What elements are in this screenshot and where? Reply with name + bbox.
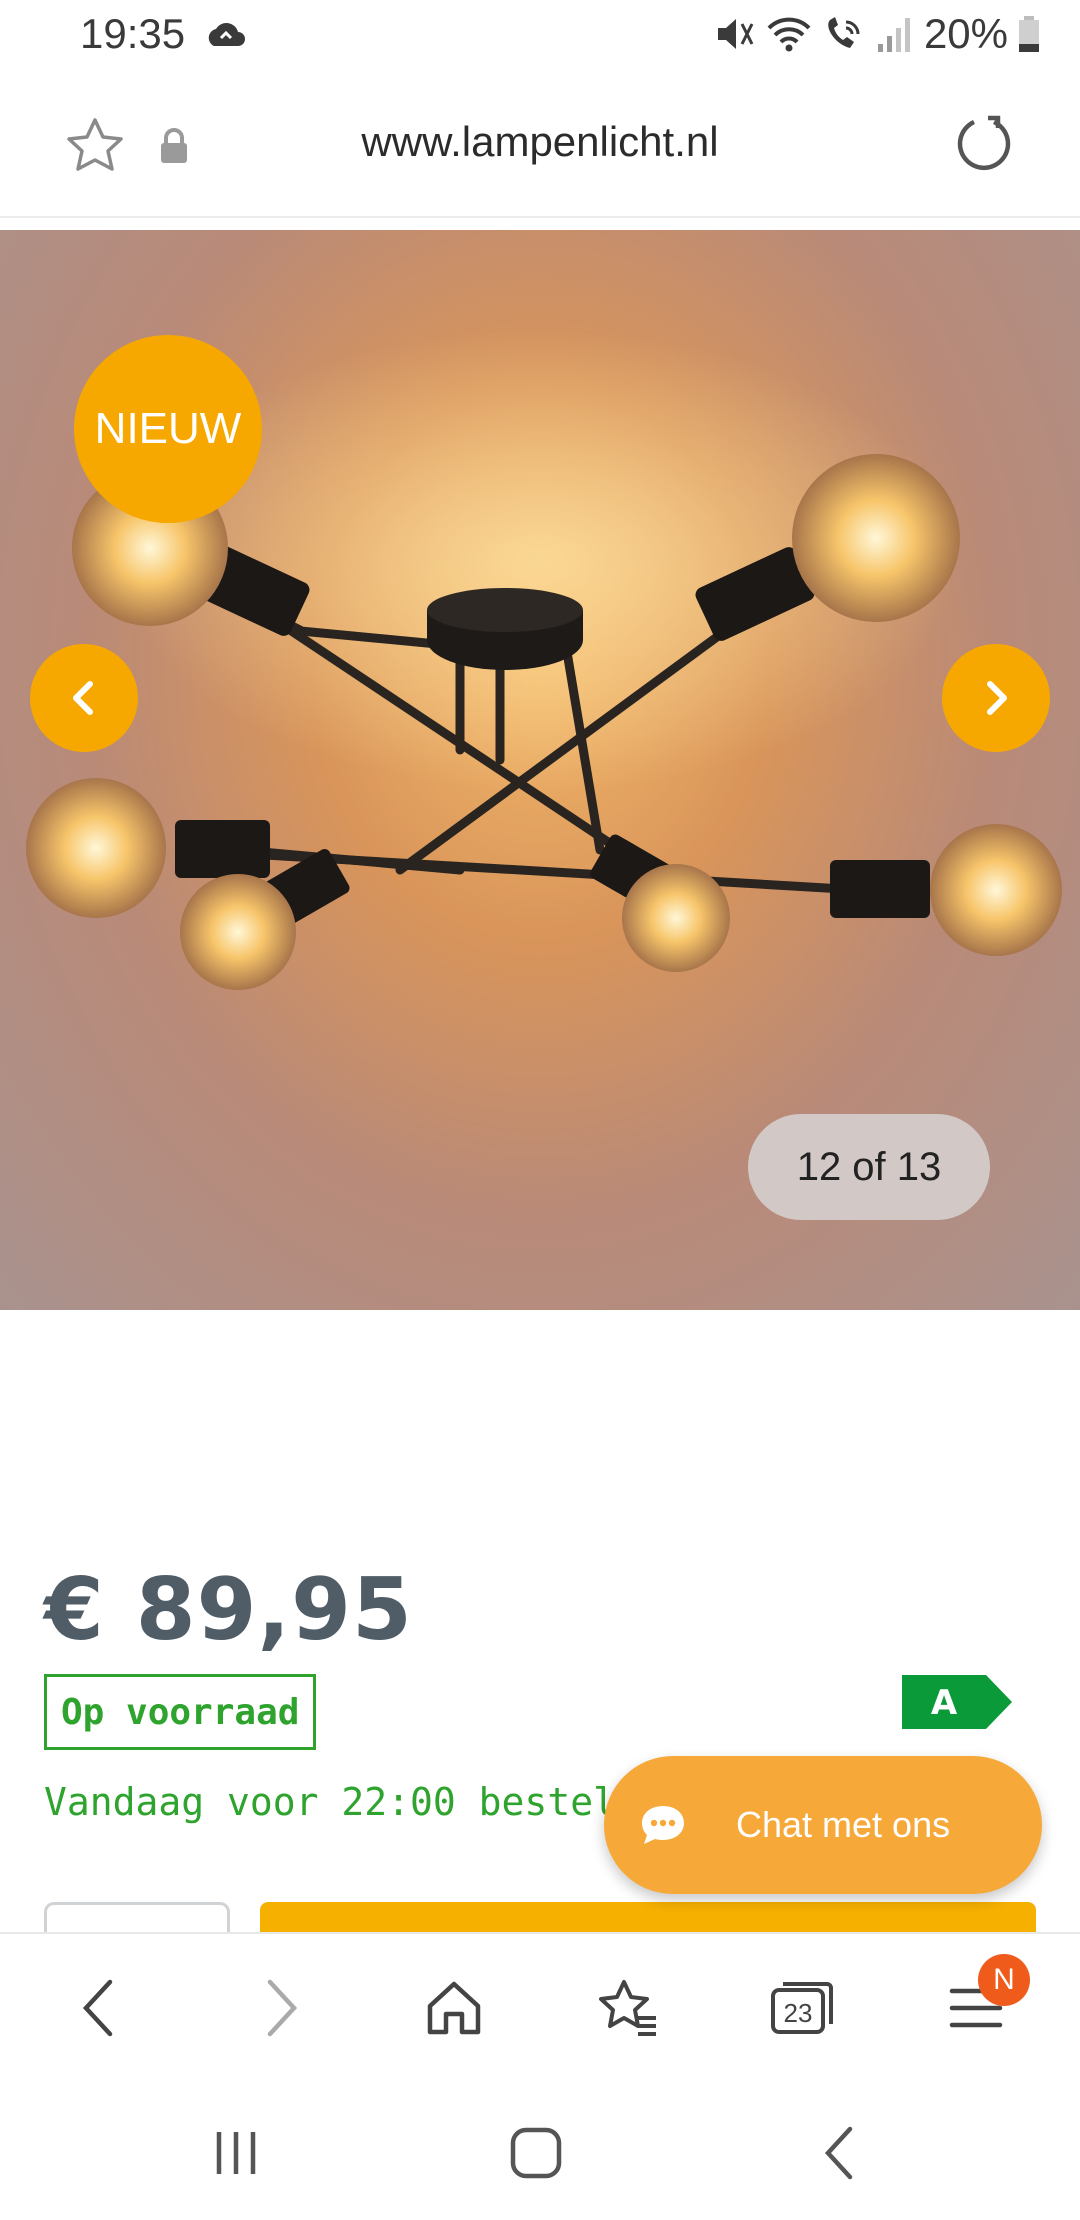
system-back-button[interactable]	[800, 2118, 880, 2188]
system-navigation-bar	[0, 2082, 1080, 2220]
url-field[interactable]: www.lampenlicht.nl	[0, 118, 1080, 166]
chat-button-label: Chat met ons	[736, 1804, 951, 1845]
back-arrow-icon	[82, 1979, 113, 2037]
browser-bottom-bar: 23 N	[0, 1932, 1080, 2084]
tabs-icon: 23	[771, 1982, 833, 2034]
chat-bubble-icon	[642, 1806, 684, 1844]
battery-percent: 20%	[923, 10, 1008, 57]
tabs-count: 23	[784, 1998, 813, 2028]
system-back-icon	[824, 2126, 853, 2180]
clock: 19:35	[80, 10, 186, 57]
next-image-button[interactable]	[942, 644, 1050, 752]
recent-apps-button[interactable]	[196, 2118, 276, 2188]
forward-button[interactable]	[240, 1968, 320, 2048]
battery-icon	[1019, 16, 1039, 52]
home-icon	[427, 1981, 481, 2035]
status-bar: 19:35 20%	[0, 0, 1080, 76]
chevron-left-icon	[73, 681, 93, 715]
forward-arrow-icon	[267, 1979, 298, 2037]
chat-button[interactable]: Chat met ons	[604, 1756, 1042, 1894]
energy-label-badge: A	[902, 1675, 1012, 1729]
new-badge: NIEUW	[74, 335, 262, 523]
bookmarks-star-list-icon	[599, 1980, 656, 2036]
mute-icon	[717, 19, 754, 49]
system-home-button[interactable]	[496, 2118, 576, 2188]
previous-image-button[interactable]	[30, 644, 138, 752]
stock-status-badge: Op voorraad	[44, 1674, 317, 1750]
address-bar: www.lampenlicht.nl	[0, 76, 1080, 218]
menu-notification-badge: N	[978, 1954, 1030, 2006]
wifi-call-icon	[828, 17, 860, 48]
system-home-icon	[510, 2127, 562, 2179]
back-button[interactable]	[60, 1968, 140, 2048]
home-button[interactable]	[414, 1968, 494, 2048]
product-image-gallery[interactable]: NIEUW 12 of 13	[0, 230, 1080, 1310]
chevron-right-icon	[987, 681, 1007, 715]
image-counter: 12 of 13	[748, 1114, 990, 1220]
tabs-button[interactable]: 23	[762, 1968, 842, 2048]
cloud-sync-icon	[208, 23, 245, 46]
wifi-icon	[767, 17, 811, 52]
product-price: € 89,95	[44, 1560, 413, 1660]
energy-label-text: A	[931, 1683, 958, 1723]
bookmarks-button[interactable]	[588, 1968, 668, 2048]
recent-apps-icon	[216, 2132, 256, 2174]
signal-icon	[877, 18, 910, 52]
reload-icon[interactable]	[954, 114, 1014, 174]
add-to-cart-button[interactable]	[260, 1902, 1036, 1934]
